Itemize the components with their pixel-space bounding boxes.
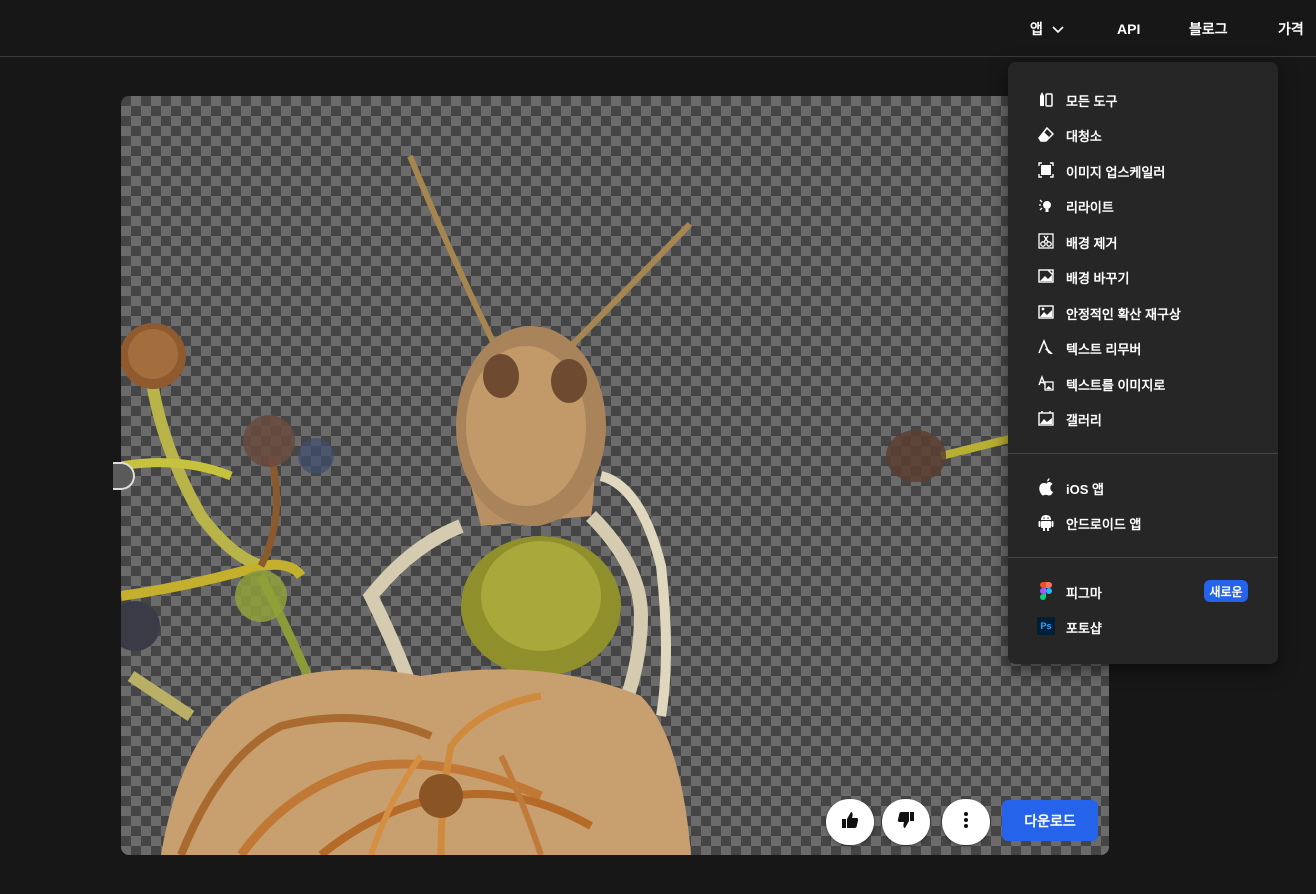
- menu-divider: [1008, 453, 1278, 454]
- gallery-icon: [1037, 409, 1055, 427]
- menu-item-label: 텍스트 리무버: [1066, 342, 1142, 357]
- menu-item-label: 모든 도구: [1066, 94, 1118, 109]
- more-options-button[interactable]: [942, 799, 990, 845]
- menu-item-label: 텍스트를 이미지로: [1066, 378, 1166, 393]
- photoshop-icon-text: Ps: [1040, 621, 1052, 631]
- menu-divider: [1008, 557, 1278, 558]
- menu-item-ios-app[interactable]: iOS 앱: [1008, 472, 1278, 502]
- text-to-image-icon: [1037, 374, 1055, 392]
- apps-menu-toggle[interactable]: 앱: [1030, 0, 1065, 57]
- plant-stems-left: [121, 323, 334, 721]
- grasshopper-image: [121, 154, 1022, 855]
- upscale-icon: [1037, 161, 1055, 179]
- nav-link-blog[interactable]: 블로그: [1189, 0, 1228, 57]
- dried-flower: [161, 669, 691, 855]
- download-button[interactable]: 다운로드: [1002, 800, 1098, 841]
- menu-item-reimagine[interactable]: 안정적인 확산 재구상: [1008, 297, 1278, 327]
- menu-item-label: 이미지 업스케일러: [1066, 165, 1166, 180]
- result-image-canvas: [121, 96, 1109, 855]
- menu-item-label: 안정적인 확산 재구상: [1066, 307, 1181, 322]
- like-button[interactable]: [826, 799, 874, 845]
- figma-icon: [1037, 582, 1055, 600]
- top-nav-bar: 앱 API 블로그 가격: [0, 0, 1316, 57]
- nav-link-pricing[interactable]: 가격: [1278, 0, 1304, 57]
- menu-item-relight[interactable]: 리라이트: [1008, 190, 1278, 220]
- menu-item-label: 대청소: [1066, 129, 1102, 144]
- grasshopper-body: [362, 154, 693, 740]
- plant-stem-right: [886, 430, 1022, 482]
- menu-item-label: 리라이트: [1066, 200, 1114, 215]
- all-tools-icon: [1037, 90, 1055, 108]
- apple-icon: [1037, 478, 1055, 496]
- menu-item-label: iOS 앱: [1066, 482, 1104, 497]
- menu-item-text-to-image[interactable]: 텍스트를 이미지로: [1008, 368, 1278, 398]
- menu-item-remove-background[interactable]: 배경 제거: [1008, 226, 1278, 256]
- eraser-icon: [1037, 125, 1055, 143]
- menu-item-figma[interactable]: 피그마 새로운: [1008, 576, 1278, 606]
- menu-item-photoshop[interactable]: Ps 포토샵: [1008, 611, 1278, 641]
- photoshop-icon: Ps: [1037, 617, 1055, 635]
- apps-dropdown-menu: 모든 도구 대청소 이미지 업스케일러 리라이트 배경 제거 배경 바꾸기 안정…: [1008, 62, 1278, 664]
- menu-item-all-tools[interactable]: 모든 도구: [1008, 84, 1278, 114]
- menu-item-label: 배경 바꾸기: [1066, 271, 1130, 286]
- new-badge: 새로운: [1204, 580, 1248, 602]
- text-remove-icon: [1037, 338, 1055, 356]
- menu-item-label: 포토샵: [1066, 621, 1102, 636]
- reimagine-icon: [1037, 303, 1055, 321]
- dislike-button[interactable]: [882, 799, 930, 845]
- menu-item-upscaler[interactable]: 이미지 업스케일러: [1008, 155, 1278, 185]
- more-vertical-icon: [963, 811, 969, 834]
- thumbs-down-icon: [897, 811, 915, 834]
- menu-item-text-remover[interactable]: 텍스트 리무버: [1008, 332, 1278, 362]
- android-icon: [1037, 513, 1055, 531]
- menu-item-replace-background[interactable]: 배경 바꾸기: [1008, 261, 1278, 291]
- scissors-icon: [1037, 232, 1055, 250]
- menu-item-cleanup[interactable]: 대청소: [1008, 119, 1278, 149]
- menu-item-label: 갤러리: [1066, 413, 1102, 428]
- replace-image-icon: [1037, 267, 1055, 285]
- menu-item-label: 안드로이드 앱: [1066, 517, 1142, 532]
- apps-menu-label: 앱: [1030, 20, 1043, 37]
- menu-item-label: 배경 제거: [1066, 236, 1118, 251]
- nav-link-api[interactable]: API: [1117, 0, 1140, 57]
- menu-item-label: 피그마: [1066, 586, 1102, 601]
- chevron-down-icon: [1051, 22, 1065, 36]
- thumbs-up-icon: [841, 811, 859, 834]
- menu-item-gallery[interactable]: 갤러리: [1008, 403, 1278, 433]
- relight-bulb-icon: [1037, 196, 1055, 214]
- menu-item-android-app[interactable]: 안드로이드 앱: [1008, 507, 1278, 537]
